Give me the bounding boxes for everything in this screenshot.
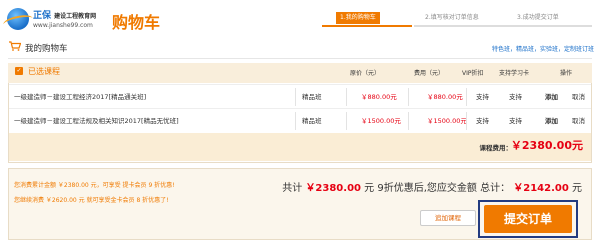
step-bar-active: [322, 25, 412, 27]
check-icon[interactable]: ✓: [15, 67, 23, 75]
course-fee: ￥1500.00元: [427, 117, 467, 125]
add-more-courses-button[interactable]: 追加课程: [420, 210, 476, 226]
total-amount: ￥2380.00: [305, 183, 361, 194]
cell-divider: [466, 112, 467, 130]
course-type: 精品班: [302, 117, 322, 125]
cell-divider: [408, 112, 409, 130]
step-bar-inactive: [414, 25, 592, 27]
col-header-fee: 费用（元）: [414, 70, 445, 77]
upgrade-note: 您继续消费 ￥2620.00 元 就可享受金卡会员 8 折优惠了!: [14, 197, 169, 204]
course-price: ￥1500.00元: [361, 117, 401, 125]
checkout-steps: 1.我的购物车 2.填写核对订单信息 3.成功提交订单: [322, 12, 592, 27]
add-button[interactable]: 添加: [545, 109, 558, 133]
cell-divider: [346, 112, 347, 130]
pay-amount: ￥2142.00: [513, 183, 569, 194]
col-header-price: 原价（元）: [350, 70, 381, 77]
brand-url: www.jianshe99.com: [33, 22, 93, 29]
col-header-vip: VIP折扣: [462, 70, 484, 77]
class-type-links[interactable]: 特色班，精品班，实验班，定制班订班: [492, 44, 594, 53]
cell-divider: [295, 112, 296, 130]
divider: [8, 58, 592, 59]
course-name: 一级建造师－建设工程经济2017[精品通关班]: [14, 93, 147, 101]
cell-divider: [295, 88, 296, 106]
course-fee-label: 课程费用：: [479, 144, 513, 152]
cart-title: 我的购物车: [25, 44, 68, 54]
member-discount-note: 您消费累计金额 ￥2380.00 元，可享受 提卡会员 9 折优惠!: [14, 182, 175, 189]
table-row: 一级建造师－建设工程法规及相关知识2017[精品无忧班] 精品班 ￥1500.0…: [9, 108, 591, 133]
course-vip: 支持: [476, 93, 489, 101]
course-fee-total: ￥2380.00元: [510, 139, 583, 152]
course-type: 精品班: [302, 93, 322, 101]
step-3: 3.成功提交订单: [517, 14, 559, 21]
cell-divider: [408, 88, 409, 106]
add-button[interactable]: 添加: [545, 85, 558, 109]
col-header-card: 支持学习卡: [499, 70, 530, 77]
course-card: 支持: [509, 117, 522, 125]
submit-order-button[interactable]: 提交订单: [484, 205, 572, 233]
total-prefix: 共计: [282, 183, 303, 194]
course-fee: ￥880.00元: [427, 93, 463, 101]
course-price: ￥880.00元: [361, 93, 397, 101]
step-2: 2.填写核对订单信息: [425, 14, 479, 21]
page-title: 购物车: [112, 13, 161, 32]
table-row: 一级建造师－建设工程经济2017[精品通关班] 精品班 ￥880.00元 ￥88…: [9, 84, 591, 109]
step-1: 1.我的购物车: [336, 12, 380, 24]
course-vip: 支持: [476, 117, 489, 125]
brand-subname: 建设工程教育网: [54, 13, 97, 20]
brand-name: 正保 建设工程教育网: [33, 8, 96, 21]
cell-divider: [466, 88, 467, 106]
total-line: 共计 ￥2380.00 元 9折优惠后,您应交金额 总计： ￥2142.00 元: [282, 179, 582, 194]
pay-unit: 元: [572, 183, 582, 194]
total-mid: 元 9折优惠后,您应交金额 总计：: [364, 183, 511, 194]
brand-name-main: 正保: [33, 11, 52, 21]
cart-icon: [9, 41, 21, 51]
cancel-button[interactable]: 取消: [572, 109, 585, 133]
selected-courses-label: 已选课程: [28, 67, 60, 76]
cell-divider: [346, 88, 347, 106]
course-name: 一级建造师－建设工程法规及相关知识2017[精品无忧班]: [14, 117, 179, 125]
cancel-button[interactable]: 取消: [572, 85, 585, 109]
course-card: 支持: [509, 93, 522, 101]
col-header-ops: 操作: [560, 70, 573, 77]
